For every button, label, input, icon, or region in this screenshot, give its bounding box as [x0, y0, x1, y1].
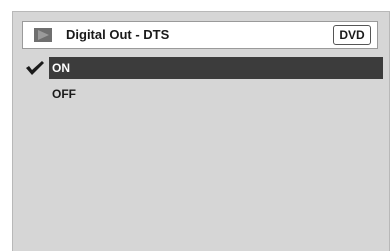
menu-header: Digital Out - DTS DVD — [22, 21, 378, 49]
disc-type-badge: DVD — [333, 25, 371, 45]
settings-panel: Digital Out - DTS DVD ON OFF — [12, 11, 390, 251]
option-list: ON OFF — [22, 57, 383, 109]
option-label: ON — [52, 61, 70, 75]
menu-title: Digital Out - DTS — [66, 27, 170, 42]
option-off[interactable]: OFF — [22, 83, 383, 105]
play-icon — [34, 28, 52, 42]
checkmark-icon — [26, 61, 44, 75]
option-on[interactable]: ON — [22, 57, 383, 79]
option-label: OFF — [52, 87, 76, 101]
selection-highlight — [49, 57, 383, 79]
